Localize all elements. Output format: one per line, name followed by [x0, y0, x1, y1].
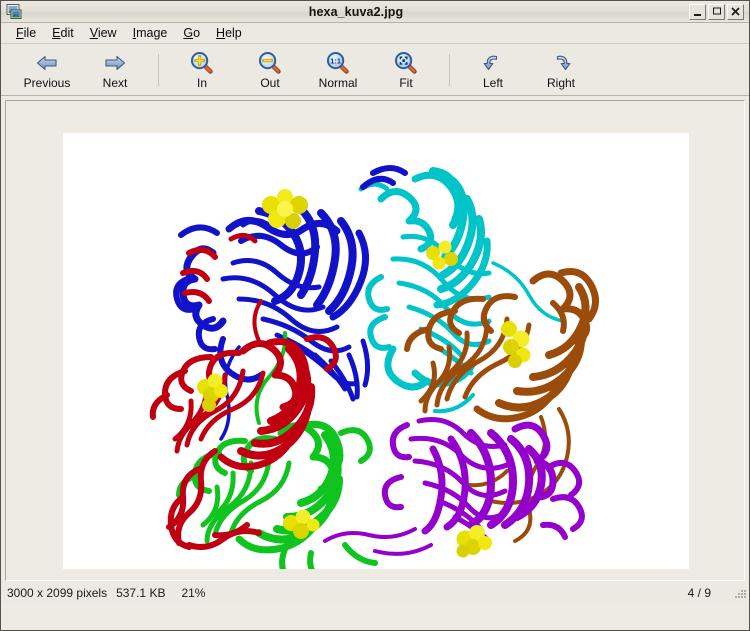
menu-item-go[interactable]: Go — [175, 24, 208, 42]
maximize-button[interactable] — [708, 3, 725, 20]
zoom-level: 21% — [181, 585, 206, 600]
zoom-in-button-label: In — [196, 75, 207, 90]
zoom-in-button[interactable]: In — [168, 45, 236, 95]
next-button-label: Next — [102, 75, 128, 90]
image-canvas[interactable] — [63, 133, 689, 569]
page-indicator: 4 / 9 — [687, 585, 711, 600]
protein-hexamer-figure — [63, 133, 689, 569]
image-dimensions: 3000 x 2099 pixels — [7, 585, 108, 600]
zoom-fit-button-label: Fit — [399, 75, 413, 90]
window-controls — [689, 3, 746, 20]
rotate-left-button-label: Left — [482, 75, 503, 90]
rotate-right-button[interactable]: Right — [527, 45, 595, 95]
zoom-fit-icon — [394, 51, 418, 75]
svg-text:1:1: 1:1 — [330, 56, 341, 65]
menu-bar: File Edit View Image Go Help — [1, 23, 749, 44]
menu-item-file[interactable]: File — [8, 24, 44, 42]
image-viewport[interactable] — [5, 100, 745, 581]
next-button[interactable]: Next — [81, 45, 149, 95]
window-title: hexa_kuva2.jpg — [308, 4, 404, 19]
menu-item-view[interactable]: View — [82, 24, 125, 42]
image-viewer-window: hexa_kuva2.jpg File Edit View Image Go H… — [0, 0, 750, 631]
rotate-right-button-label: Right — [546, 75, 575, 90]
arrow-left-icon — [35, 51, 59, 75]
previous-button[interactable]: Previous — [13, 45, 81, 95]
zoom-normal-button-label: Normal — [318, 75, 358, 90]
menu-item-image[interactable]: Image — [125, 24, 176, 42]
zoom-normal-icon: 1:1 — [326, 51, 350, 75]
rotate-left-icon — [481, 51, 505, 75]
zoom-in-icon — [190, 51, 214, 75]
close-button[interactable] — [727, 3, 744, 20]
zoom-fit-button[interactable]: Fit — [372, 45, 440, 95]
zoom-out-button-label: Out — [260, 75, 280, 90]
arrow-right-icon — [103, 51, 127, 75]
menu-item-edit[interactable]: Edit — [44, 24, 82, 42]
close-icon — [731, 7, 740, 16]
title-bar[interactable]: hexa_kuva2.jpg — [1, 1, 749, 23]
zoom-out-icon — [258, 51, 282, 75]
zoom-normal-button[interactable]: 1:1 Normal — [304, 45, 372, 95]
toolbar: Previous Next In Out 1:1 Normal Fit Left… — [1, 44, 749, 96]
rotate-left-button[interactable]: Left — [459, 45, 527, 95]
status-bar: 3000 x 2099 pixels 537.1 KB 21% 4 / 9 — [1, 581, 749, 604]
status-info: 3000 x 2099 pixels 537.1 KB 21% — [7, 586, 205, 600]
previous-button-label: Previous — [23, 75, 71, 90]
minimize-button[interactable] — [689, 3, 706, 20]
menu-item-help[interactable]: Help — [208, 24, 250, 42]
image-viewer-icon[interactable] — [5, 3, 23, 20]
resize-grip-icon[interactable] — [733, 588, 746, 601]
toolbar-separator — [158, 53, 159, 86]
image-filesize: 537.1 KB — [116, 585, 166, 600]
zoom-out-button[interactable]: Out — [236, 45, 304, 95]
rotate-right-icon — [549, 51, 573, 75]
toolbar-separator-2 — [449, 53, 450, 86]
